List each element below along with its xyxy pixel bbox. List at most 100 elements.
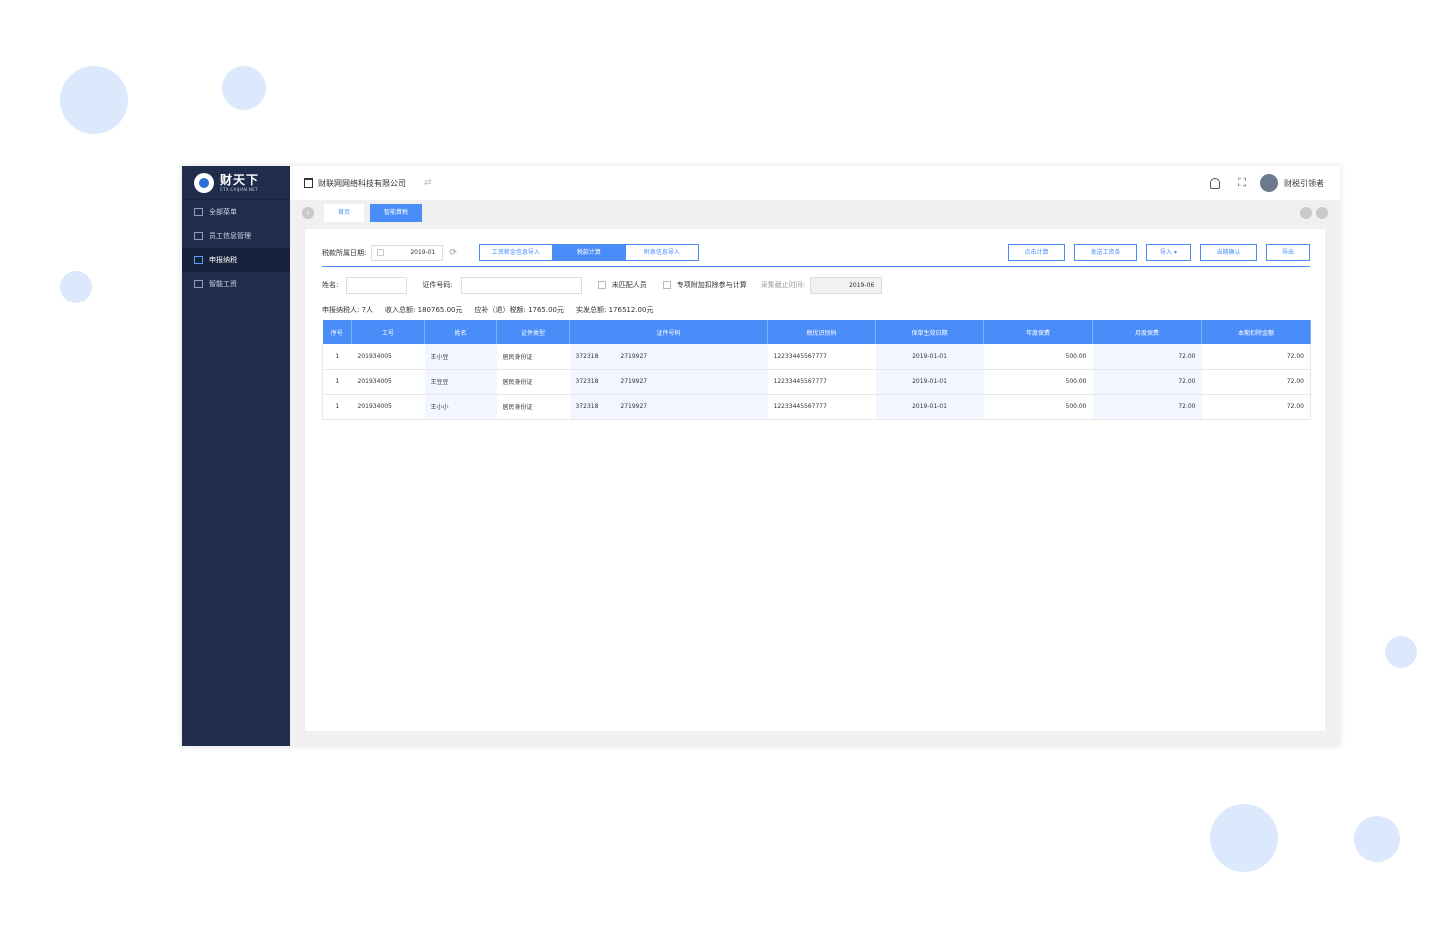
id-number-input[interactable] [460,276,582,294]
id-number-label: 证件号码: [422,281,453,289]
cell-deduction: 72.00 [1201,344,1311,370]
fullscreen-icon[interactable]: ⛶ [1238,176,1246,190]
summary-payout: 实发总额: 176512.00元 [576,306,654,314]
grid-icon [194,208,203,216]
cell-id-type: 居民身份证 [496,344,570,370]
summary-income: 收入总额: 180765.00元 [385,306,463,314]
main-panel: 税款所属日期: 2019-01 ⟳ 工资薪金信息导入 税款计算 附表信息导入 点… [305,229,1325,731]
cell-monthly-premium: 72.00 [1092,369,1202,395]
special-deduction-label: 专项附加扣除参与计算 [676,281,747,289]
page-background: 财天下 CTX.CAIJIAN.NET 全部菜单 员工信息管理 申报纳税 智能工… [0,0,1440,932]
refresh-icon[interactable]: ⟳ [449,248,457,258]
avatar[interactable] [1260,174,1278,192]
cell-id-type: 居民身份证 [496,394,570,420]
document-icon [194,256,203,264]
special-deduction-checkbox[interactable]: 专项附加扣除参与计算 [662,280,747,290]
sidebar-item-tax-declaration[interactable]: 申报纳税 [182,248,290,272]
column-header[interactable]: 序号 [322,320,352,344]
sidebar-item-label: 员工信息管理 [209,232,251,240]
confirm-period-button[interactable]: 当期确认 [1200,244,1257,261]
cell-name: 王小小 [424,394,497,420]
cell-name: 王小豆 [424,344,497,370]
decor-circle [1210,804,1278,872]
cell-no: 1 [322,344,352,370]
company-selector[interactable]: 财联网网络科技有限公司 ⇄ [304,178,432,189]
summary-bar: 申报纳税人: 7人 收入总额: 180765.00元 应补（退）税额: 1765… [322,305,665,315]
cell-tax-code: 12233445567777 [767,394,876,420]
table-row[interactable]: 1 201934005 王小豆 居民身份证 372318 2719927 1223… [322,344,1311,370]
id-card-icon [194,232,203,240]
send-payslip-button[interactable]: 发送工资条 [1074,244,1137,261]
table-row[interactable]: 1 201934005 王豆豆 居民身份证 372318 2719927 1223… [322,369,1311,395]
brand-name: 财天下 [220,172,260,187]
name-input[interactable] [346,276,408,294]
brand-mark-icon [194,172,214,193]
cell-deduction: 72.00 [1201,369,1311,395]
summary-tax: 应补（退）税额: 1765.00元 [474,306,565,314]
sidebar-item-label: 申报纳税 [209,256,237,264]
cell-tax-code: 12233445567777 [767,344,876,370]
sidebar-item-employee-info[interactable]: 员工信息管理 [182,224,290,248]
cell-effective-date: 2019-01-01 [875,344,984,370]
column-header[interactable]: 证件号码 [569,320,768,344]
unmatched-label: 未匹配人员 [611,281,647,289]
tab-home[interactable]: 首页 [324,204,365,222]
bell-icon[interactable] [1210,177,1221,189]
unmatched-checkbox[interactable]: 未匹配人员 [597,280,647,290]
column-header[interactable]: 税优识别码 [767,320,876,344]
cell-id-number: 372318 2719927 [569,344,768,370]
sidebar-item-smart-payroll[interactable]: 智能工资 [182,272,290,296]
decor-circle [60,271,92,303]
column-header[interactable]: 保单生效日期 [875,320,984,344]
cell-no: 1 [322,394,352,420]
menu-icon[interactable] [1316,207,1328,219]
cell-effective-date: 2019-01-01 [875,394,984,420]
building-icon [304,178,313,188]
import-dropdown-button[interactable]: 导入 ▾ [1146,244,1191,261]
cell-id-number: 372318 2719927 [569,394,768,420]
deadline-date-field: 2019-06 [810,276,883,294]
table-header-row: 序号 工号 姓名 证件类型 证件号码 税优识别码 保单生效日期 年度保费 月度保… [322,320,1311,344]
cell-emp-id: 201934005 [351,344,425,370]
column-header[interactable]: 年度保费 [983,320,1093,344]
column-header[interactable]: 本期扣除金额 [1201,320,1311,344]
step-schedule-import[interactable]: 附表信息导入 [624,244,699,261]
summary-taxpayers: 申报纳税人: 7人 [322,306,374,314]
top-bar: 财联网网络科技有限公司 ⇄ ⛶ 财税引领者 [290,166,1340,200]
table-row[interactable]: 1 201934005 王小小 居民身份证 372318 2719927 1223… [322,394,1311,420]
brand-logo[interactable]: 财天下 CTX.CAIJIAN.NET [182,166,290,200]
decor-circle [222,66,266,110]
checkbox-icon [597,281,606,289]
brand-sub: CTX.CAIJIAN.NET [220,186,258,192]
sidebar-item-label: 智能工资 [209,280,237,288]
caret-down-icon: ▾ [1173,249,1177,256]
cell-emp-id: 201934005 [351,369,425,395]
checkbox-icon [662,281,671,289]
chevron-left-icon[interactable]: ‹ [302,207,314,219]
cell-no: 1 [322,369,352,395]
column-header[interactable]: 月度保费 [1092,320,1202,344]
cell-annual-premium: 500.00 [983,369,1093,395]
app-window: 财天下 CTX.CAIJIAN.NET 全部菜单 员工信息管理 申报纳税 智能工… [182,166,1340,746]
tab-smart-tax[interactable]: 智能算税 [370,204,423,222]
decor-circle [1385,636,1417,668]
step-salary-import[interactable]: 工资薪金信息导入 [478,244,553,261]
step-tax-calc[interactable]: 税款计算 [551,244,626,261]
company-name: 财联网网络科技有限公司 [318,178,406,188]
period-value: 2019-01 [410,248,436,256]
period-label: 税款所属日期: [322,248,367,257]
chevron-right-icon[interactable] [1300,207,1312,219]
column-header[interactable]: 工号 [351,320,425,344]
calculate-button[interactable]: 点击计算 [1008,244,1065,261]
cell-effective-date: 2019-01-01 [875,369,984,395]
column-header[interactable]: 证件类型 [496,320,570,344]
user-name[interactable]: 财税引领者 [1284,178,1324,189]
sidebar-item-all-menu[interactable]: 全部菜单 [182,200,290,224]
cell-tax-code: 12233445567777 [767,369,876,395]
column-header[interactable]: 姓名 [424,320,497,344]
import-label: 导入 [1160,249,1173,256]
switch-icon[interactable]: ⇄ [424,178,432,188]
cell-id-type: 居民身份证 [496,369,570,395]
period-date-picker[interactable]: 2019-01 [371,244,444,261]
export-button[interactable]: 导出 [1266,244,1310,261]
